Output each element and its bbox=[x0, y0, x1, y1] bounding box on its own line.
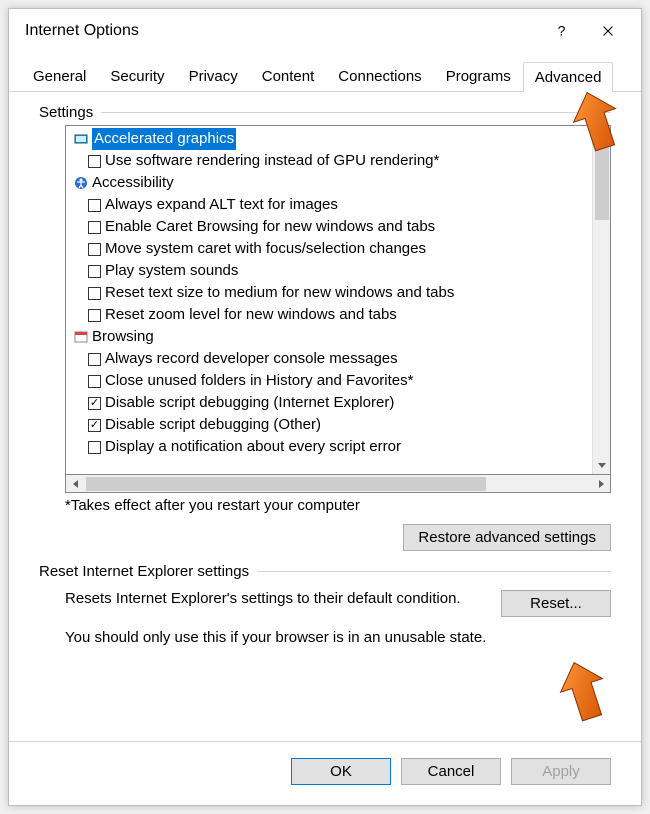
tree-label: Disable script debugging (Other) bbox=[105, 414, 321, 436]
tree-label: Accelerated graphics bbox=[92, 128, 236, 150]
checkbox[interactable] bbox=[88, 199, 101, 212]
scroll-right-icon[interactable] bbox=[592, 475, 610, 492]
tree-item[interactable]: Display a notification about every scrip… bbox=[66, 436, 592, 458]
scroll-left-icon[interactable] bbox=[66, 475, 84, 492]
tab-programs[interactable]: Programs bbox=[434, 61, 523, 91]
scroll-down-icon[interactable] bbox=[593, 456, 610, 474]
reset-row: Resets Internet Explorer's settings to t… bbox=[65, 590, 611, 617]
tree-category[interactable]: Accelerated graphics bbox=[66, 128, 592, 150]
settings-label-text: Settings bbox=[39, 104, 93, 121]
checkbox[interactable] bbox=[88, 309, 101, 322]
tree-label: Accessibility bbox=[92, 172, 174, 194]
tree-item[interactable]: Play system sounds bbox=[66, 260, 592, 282]
divider bbox=[101, 112, 611, 113]
reset-section-text: Reset Internet Explorer settings bbox=[39, 563, 249, 580]
tab-general[interactable]: General bbox=[21, 61, 98, 91]
tree-category[interactable]: Accessibility bbox=[66, 172, 592, 194]
tree-label: Display a notification about every scrip… bbox=[105, 436, 401, 458]
tree-label: Move system caret with focus/selection c… bbox=[105, 238, 426, 260]
tree-item[interactable]: Reset text size to medium for new window… bbox=[66, 282, 592, 304]
reset-button[interactable]: Reset... bbox=[501, 590, 611, 617]
tab-advanced[interactable]: Advanced bbox=[523, 62, 614, 92]
ok-button[interactable]: OK bbox=[291, 758, 391, 785]
horizontal-scrollbar[interactable] bbox=[65, 475, 611, 493]
tab-privacy[interactable]: Privacy bbox=[177, 61, 250, 91]
graphics-icon bbox=[74, 132, 88, 146]
restart-note: *Takes effect after you restart your com… bbox=[65, 497, 611, 514]
dialog-buttons: OK Cancel Apply bbox=[9, 741, 641, 805]
tree-label: Reset zoom level for new windows and tab… bbox=[105, 304, 397, 326]
browsing-icon bbox=[74, 330, 88, 344]
apply-button[interactable]: Apply bbox=[511, 758, 611, 785]
checkbox[interactable] bbox=[88, 265, 101, 278]
tree-label: Browsing bbox=[92, 326, 154, 348]
checkbox[interactable] bbox=[88, 353, 101, 366]
tab-security[interactable]: Security bbox=[98, 61, 176, 91]
tree-label: Always expand ALT text for images bbox=[105, 194, 338, 216]
checkbox[interactable] bbox=[88, 375, 101, 388]
tabs-row: GeneralSecurityPrivacyContentConnections… bbox=[9, 53, 641, 92]
tree-item[interactable]: Disable script debugging (Internet Explo… bbox=[66, 392, 592, 414]
close-icon[interactable] bbox=[585, 17, 631, 45]
hscroll-thumb[interactable] bbox=[86, 477, 486, 491]
vertical-scrollbar[interactable] bbox=[592, 126, 610, 474]
checkbox[interactable] bbox=[88, 441, 101, 454]
checkbox[interactable] bbox=[88, 243, 101, 256]
accessibility-icon bbox=[74, 176, 88, 190]
tree-label: Always record developer console messages bbox=[105, 348, 398, 370]
tree-item[interactable]: Enable Caret Browsing for new windows an… bbox=[66, 216, 592, 238]
cancel-button[interactable]: Cancel bbox=[401, 758, 501, 785]
restore-advanced-button[interactable]: Restore advanced settings bbox=[403, 524, 611, 551]
checkbox[interactable] bbox=[88, 419, 101, 432]
tree-item[interactable]: Always expand ALT text for images bbox=[66, 194, 592, 216]
svg-text:?: ? bbox=[558, 24, 566, 38]
tree-item[interactable]: Always record developer console messages bbox=[66, 348, 592, 370]
tree-item[interactable]: Move system caret with focus/selection c… bbox=[66, 238, 592, 260]
tree-item[interactable]: Close unused folders in History and Favo… bbox=[66, 370, 592, 392]
scroll-up-icon[interactable] bbox=[593, 126, 610, 144]
tree-label: Use software rendering instead of GPU re… bbox=[105, 150, 439, 172]
tree-label: Play system sounds bbox=[105, 260, 238, 282]
tree-item[interactable]: Use software rendering instead of GPU re… bbox=[66, 150, 592, 172]
checkbox[interactable] bbox=[88, 287, 101, 300]
tree-item[interactable]: Reset zoom level for new windows and tab… bbox=[66, 304, 592, 326]
tree-label: Enable Caret Browsing for new windows an… bbox=[105, 216, 435, 238]
tree-label: Reset text size to medium for new window… bbox=[105, 282, 454, 304]
tree-category[interactable]: Browsing bbox=[66, 326, 592, 348]
scrollbar-thumb[interactable] bbox=[595, 146, 609, 220]
checkbox[interactable] bbox=[88, 397, 101, 410]
reset-warning: You should only use this if your browser… bbox=[65, 629, 611, 646]
checkbox[interactable] bbox=[88, 155, 101, 168]
help-icon[interactable]: ? bbox=[539, 17, 585, 45]
reset-description: Resets Internet Explorer's settings to t… bbox=[65, 590, 477, 607]
reset-section-label: Reset Internet Explorer settings bbox=[39, 563, 611, 580]
dialog-content: Settings Accelerated graphicsUse softwar… bbox=[9, 92, 641, 741]
tab-connections[interactable]: Connections bbox=[326, 61, 433, 91]
settings-tree[interactable]: Accelerated graphicsUse software renderi… bbox=[66, 126, 592, 474]
tab-content[interactable]: Content bbox=[250, 61, 327, 91]
tree-label: Close unused folders in History and Favo… bbox=[105, 370, 413, 392]
settings-group-label: Settings bbox=[39, 104, 611, 121]
titlebar: Internet Options ? bbox=[9, 9, 641, 53]
tree-label: Disable script debugging (Internet Explo… bbox=[105, 392, 394, 414]
settings-tree-container: Accelerated graphicsUse software renderi… bbox=[65, 125, 611, 475]
hscroll-track[interactable] bbox=[84, 475, 592, 492]
tree-item[interactable]: Disable script debugging (Other) bbox=[66, 414, 592, 436]
dialog-title: Internet Options bbox=[25, 22, 539, 40]
internet-options-dialog: Internet Options ? GeneralSecurityPrivac… bbox=[8, 8, 642, 806]
divider bbox=[257, 571, 611, 572]
checkbox[interactable] bbox=[88, 221, 101, 234]
